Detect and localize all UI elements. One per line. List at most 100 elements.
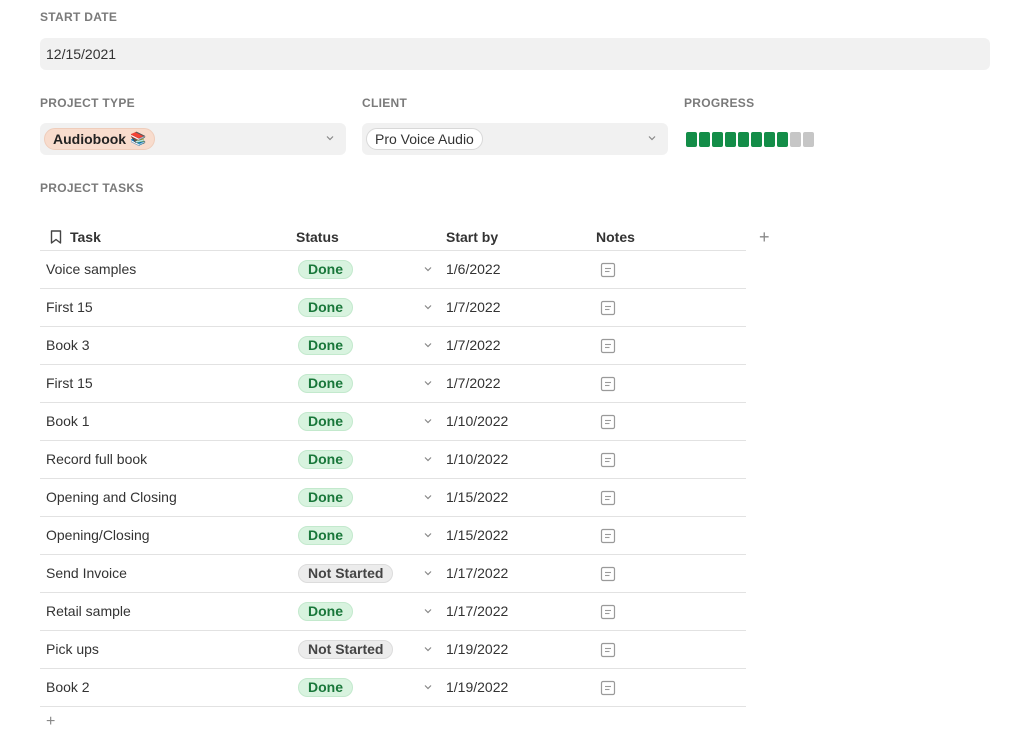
- start-date-field[interactable]: 12/15/2021: [40, 38, 990, 70]
- status-cell[interactable]: Done: [296, 516, 446, 555]
- task-name-cell[interactable]: Voice samples: [40, 250, 296, 289]
- start-by-cell[interactable]: 1/17/2022: [446, 554, 596, 593]
- table-row[interactable]: Record full book Done 1/10/2022: [40, 440, 746, 479]
- table-row[interactable]: Book 3 Done 1/7/2022: [40, 326, 746, 365]
- start-by-cell[interactable]: 1/7/2022: [446, 288, 596, 327]
- client-select[interactable]: Pro Voice Audio: [362, 123, 668, 155]
- status-cell[interactable]: Done: [296, 288, 446, 327]
- column-header-task[interactable]: Task: [40, 224, 296, 251]
- task-name-cell[interactable]: Book 2: [40, 668, 296, 707]
- document-icon[interactable]: [600, 414, 616, 430]
- notes-cell[interactable]: [596, 440, 746, 479]
- task-name: First 15: [46, 375, 93, 391]
- notes-cell[interactable]: [596, 288, 746, 327]
- chevron-down-icon[interactable]: [324, 132, 336, 144]
- chevron-down-icon[interactable]: [424, 608, 432, 614]
- table-row[interactable]: Opening/Closing Done 1/15/2022: [40, 516, 746, 555]
- notes-cell[interactable]: [596, 554, 746, 593]
- start-by-cell[interactable]: 1/15/2022: [446, 516, 596, 555]
- progress-block-empty: [803, 132, 814, 147]
- status-cell[interactable]: Not Started: [296, 630, 446, 669]
- task-name-cell[interactable]: Book 3: [40, 326, 296, 365]
- chevron-down-icon[interactable]: [424, 380, 432, 386]
- table-row[interactable]: First 15 Done 1/7/2022: [40, 364, 746, 403]
- start-by-cell[interactable]: 1/19/2022: [446, 668, 596, 707]
- start-by-cell[interactable]: 1/10/2022: [446, 402, 596, 441]
- books-icon: 📚: [130, 131, 147, 146]
- column-header-notes[interactable]: Notes: [596, 224, 746, 251]
- start-by-cell[interactable]: 1/7/2022: [446, 364, 596, 403]
- table-row[interactable]: Opening and Closing Done 1/15/2022: [40, 478, 746, 517]
- task-name-cell[interactable]: Pick ups: [40, 630, 296, 669]
- status-cell[interactable]: Done: [296, 668, 446, 707]
- task-name-cell[interactable]: Book 1: [40, 402, 296, 441]
- notes-cell[interactable]: [596, 364, 746, 403]
- document-icon[interactable]: [600, 566, 616, 582]
- start-by-date: 1/10/2022: [446, 413, 509, 429]
- chevron-down-icon[interactable]: [424, 646, 432, 652]
- add-column-plus-icon[interactable]: +: [759, 228, 770, 246]
- chevron-down-icon[interactable]: [424, 342, 432, 348]
- start-by-cell[interactable]: 1/6/2022: [446, 250, 596, 289]
- status-cell[interactable]: Done: [296, 326, 446, 365]
- status-cell[interactable]: Done: [296, 250, 446, 289]
- task-name-cell[interactable]: Opening and Closing: [40, 478, 296, 517]
- start-by-cell[interactable]: 1/15/2022: [446, 478, 596, 517]
- document-icon[interactable]: [600, 452, 616, 468]
- project-type-select[interactable]: Audiobook 📚: [40, 123, 346, 155]
- document-icon[interactable]: [600, 338, 616, 354]
- document-icon[interactable]: [600, 680, 616, 696]
- task-name-cell[interactable]: Send Invoice: [40, 554, 296, 593]
- status-cell[interactable]: Not Started: [296, 554, 446, 593]
- chevron-down-icon[interactable]: [424, 494, 432, 500]
- table-row[interactable]: First 15 Done 1/7/2022: [40, 288, 746, 327]
- table-row[interactable]: Book 1 Done 1/10/2022: [40, 402, 746, 441]
- task-name-cell[interactable]: Retail sample: [40, 592, 296, 631]
- column-header-status[interactable]: Status: [296, 224, 446, 251]
- chevron-down-icon[interactable]: [424, 304, 432, 310]
- notes-cell[interactable]: [596, 402, 746, 441]
- document-icon[interactable]: [600, 528, 616, 544]
- chevron-down-icon[interactable]: [424, 570, 432, 576]
- document-icon[interactable]: [600, 376, 616, 392]
- notes-cell[interactable]: [596, 592, 746, 631]
- table-row[interactable]: Pick ups Not Started 1/19/2022: [40, 630, 746, 669]
- document-icon[interactable]: [600, 604, 616, 620]
- document-icon[interactable]: [600, 300, 616, 316]
- chevron-down-icon[interactable]: [646, 132, 658, 144]
- start-by-cell[interactable]: 1/17/2022: [446, 592, 596, 631]
- status-cell[interactable]: Done: [296, 402, 446, 441]
- task-name-cell[interactable]: First 15: [40, 288, 296, 327]
- notes-cell[interactable]: [596, 668, 746, 707]
- notes-cell[interactable]: [596, 326, 746, 365]
- notes-cell[interactable]: [596, 250, 746, 289]
- document-icon[interactable]: [600, 262, 616, 278]
- status-cell[interactable]: Done: [296, 592, 446, 631]
- column-header-start-by[interactable]: Start by: [446, 224, 596, 251]
- start-by-cell[interactable]: 1/7/2022: [446, 326, 596, 365]
- document-icon[interactable]: [600, 490, 616, 506]
- chevron-down-icon[interactable]: [424, 456, 432, 462]
- task-name-cell[interactable]: Opening/Closing: [40, 516, 296, 555]
- status-cell[interactable]: Done: [296, 364, 446, 403]
- table-row[interactable]: Voice samples Done 1/6/2022: [40, 250, 746, 289]
- chevron-down-icon[interactable]: [424, 532, 432, 538]
- table-row[interactable]: Send Invoice Not Started 1/17/2022: [40, 554, 746, 593]
- document-icon[interactable]: [600, 642, 616, 658]
- chevron-down-icon[interactable]: [424, 418, 432, 424]
- task-name: Pick ups: [46, 641, 99, 657]
- notes-cell[interactable]: [596, 630, 746, 669]
- task-name-cell[interactable]: First 15: [40, 364, 296, 403]
- chevron-down-icon[interactable]: [424, 266, 432, 272]
- table-row[interactable]: Book 2 Done 1/19/2022: [40, 668, 746, 707]
- start-by-cell[interactable]: 1/10/2022: [446, 440, 596, 479]
- table-row[interactable]: Retail sample Done 1/17/2022: [40, 592, 746, 631]
- notes-cell[interactable]: [596, 478, 746, 517]
- add-row-plus-icon[interactable]: +: [46, 714, 55, 730]
- notes-cell[interactable]: [596, 516, 746, 555]
- status-cell[interactable]: Done: [296, 478, 446, 517]
- start-by-cell[interactable]: 1/19/2022: [446, 630, 596, 669]
- task-name-cell[interactable]: Record full book: [40, 440, 296, 479]
- chevron-down-icon[interactable]: [424, 684, 432, 690]
- status-cell[interactable]: Done: [296, 440, 446, 479]
